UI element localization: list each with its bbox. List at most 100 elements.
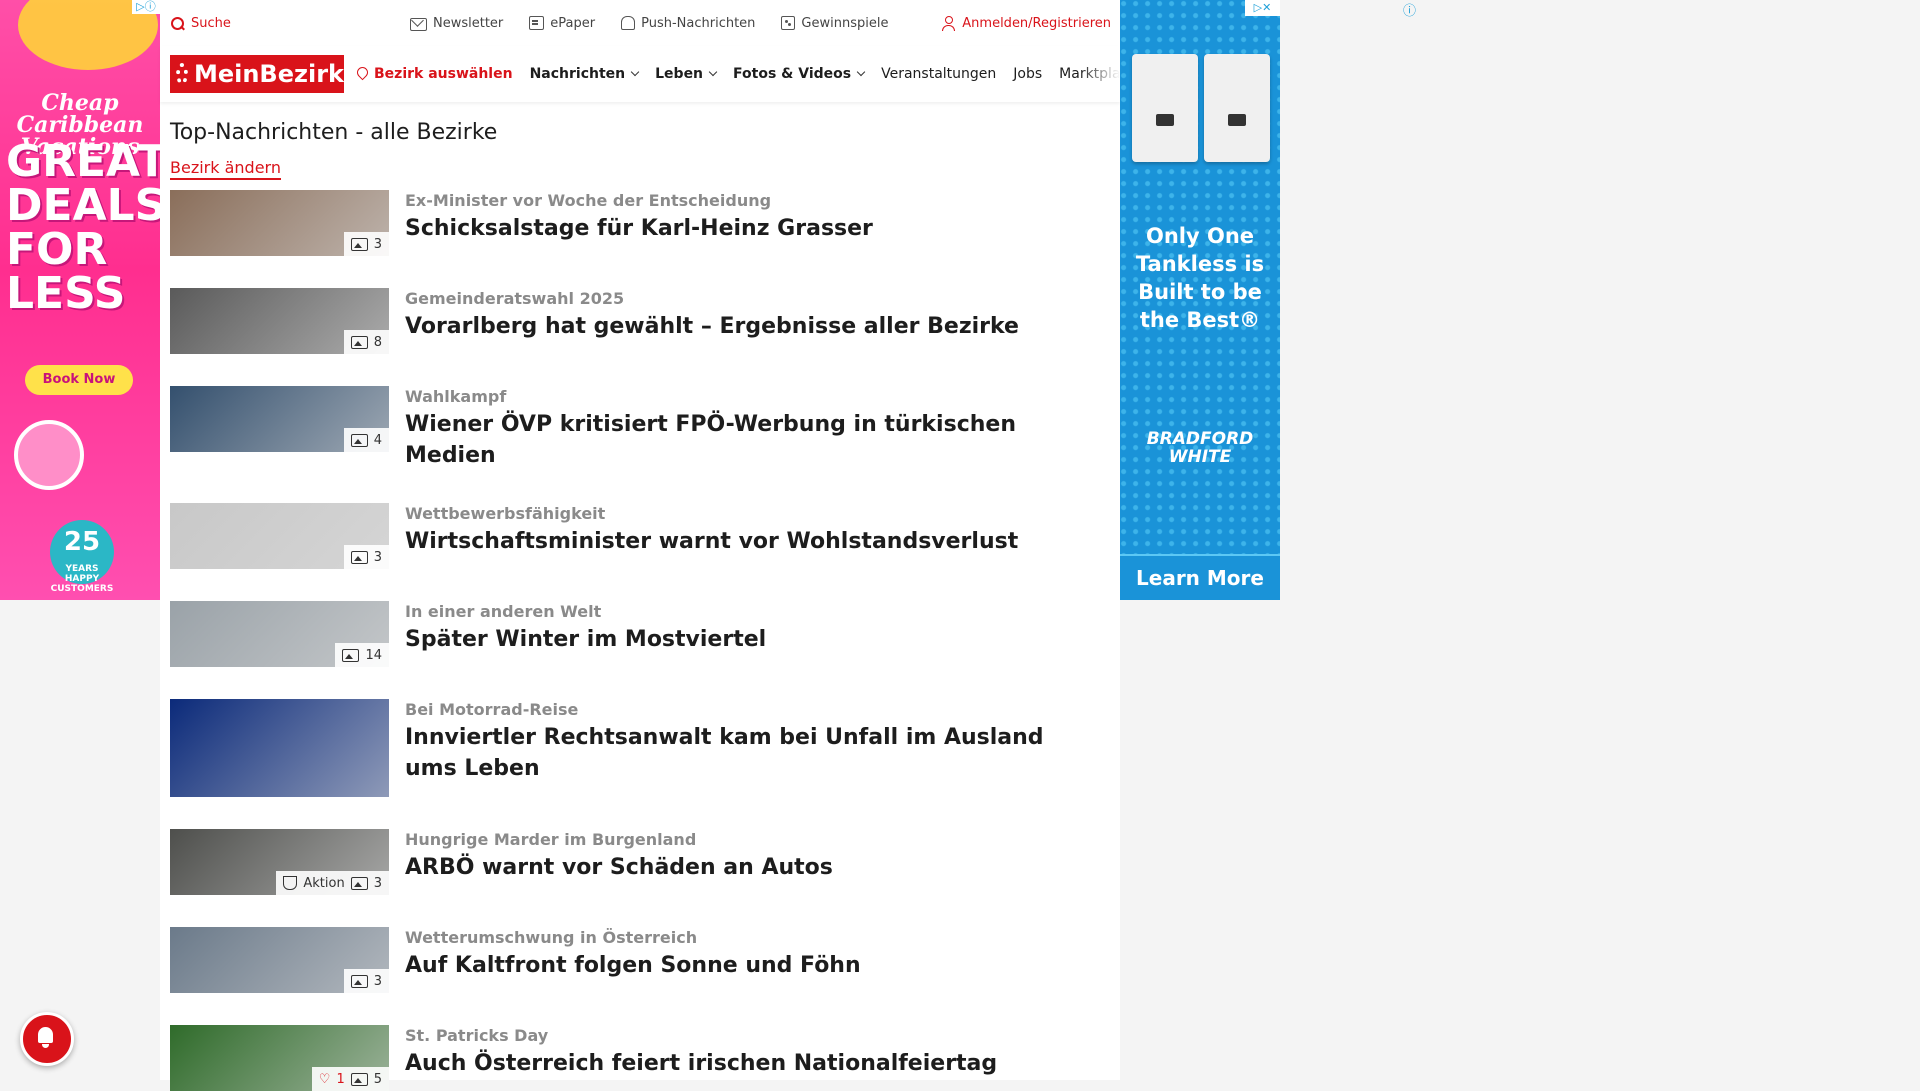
article-thumbnail[interactable]: 3	[170, 927, 389, 993]
content-area: Top-Nachrichten - alle Bezirke Bezirk än…	[160, 118, 1120, 1091]
image-count: 3	[373, 875, 382, 891]
image-count: 8	[373, 334, 382, 350]
image-gallery-icon	[342, 648, 360, 662]
search-link[interactable]: Suche	[170, 16, 231, 31]
thumbnail-badges: 3	[343, 232, 389, 256]
ad-brand-logo: BRADFORD WHITE	[1146, 429, 1254, 467]
notification-bell-button[interactable]	[20, 1012, 74, 1066]
newsletter-link[interactable]: Newsletter	[410, 16, 503, 31]
article-headline[interactable]: Auch Österreich feiert irischen National…	[405, 1048, 1065, 1079]
article-item[interactable]: Bei Motorrad-Reise Innviertler Rechtsanwa…	[170, 699, 1110, 797]
article-kicker: In einer anderen Welt	[405, 602, 602, 621]
article-headline[interactable]: Später Winter im Mostviertel	[405, 624, 1065, 655]
article-item[interactable]: 3 Ex-Minister vor Woche der Entscheidung S…	[170, 190, 1110, 256]
article-kicker: Gemeinderatswahl 2025	[405, 289, 625, 308]
nav-item-nachrichten[interactable]: Nachrichten	[529, 66, 640, 82]
flamingo-graphic	[14, 420, 84, 490]
badge-text: YEARS HAPPY CUSTOMERS	[50, 564, 114, 594]
nav-item-veranstaltungen[interactable]: Veranstaltungen	[881, 66, 996, 82]
aktion-label: Aktion	[303, 875, 345, 891]
thumbnail-badges: 8	[343, 330, 389, 354]
article-kicker: Wettbewerbsfähigkeit	[405, 504, 606, 523]
article-item[interactable]: 14 In einer anderen Welt Später Winter im …	[170, 601, 1110, 667]
like-count: 1	[336, 1071, 345, 1087]
select-district-label: Bezirk auswählen	[374, 66, 513, 82]
logo-sun-icon	[176, 63, 188, 85]
article-thumbnail[interactable]	[170, 699, 389, 797]
nav-item-fotos-videos[interactable]: Fotos & Videos	[733, 66, 866, 82]
article-kicker: Ex-Minister vor Woche der Entscheidung	[405, 191, 772, 210]
article-headline[interactable]: Innviertler Rechtsanwalt kam bei Unfall …	[405, 722, 1065, 784]
article-kicker: Wahlkampf	[405, 387, 507, 406]
nav-label: Leben	[655, 66, 704, 82]
article-text: Wettbewerbsfähigkeit Wirtschaftsminister …	[405, 503, 1065, 569]
change-district-link[interactable]: Bezirk ändern	[170, 158, 281, 180]
article-kicker: St. Patricks Day	[405, 1026, 549, 1045]
article-item[interactable]: 3 Wettbewerbsfähigkeit Wirtschaftsminister…	[170, 503, 1110, 569]
ad-info-icon[interactable]: ⓘ	[1403, 0, 1416, 19]
thumbnail-badges: 4	[343, 428, 389, 452]
select-district-button[interactable]: Bezirk auswählen	[356, 66, 513, 82]
main-navigation: MeinBezirk Bezirk auswählen Nachrichten …	[160, 46, 1120, 102]
adchoices-icon[interactable]: ▷ⓘ	[132, 0, 160, 14]
nav-label: Nachrichten	[529, 66, 626, 82]
article-thumbnail[interactable]: 4	[170, 386, 389, 452]
heart-icon: ♡	[318, 1071, 331, 1087]
image-gallery-icon	[350, 1072, 368, 1086]
gewinnspiele-link[interactable]: Gewinnspiele	[781, 16, 888, 31]
article-thumbnail[interactable]: ♡ 1 5	[170, 1025, 389, 1091]
article-item[interactable]: 3 Wetterumschwung in Österreich Auf Kaltfr…	[170, 927, 1110, 993]
article-item[interactable]: 4 Wahlkampf Wiener ÖVP kritisiert FPÖ-Werb…	[170, 386, 1110, 471]
article-text: Bei Motorrad-Reise Innviertler Rechtsanwa…	[405, 699, 1065, 797]
article-headline[interactable]: ARBÖ warnt vor Schäden an Autos	[405, 852, 1065, 883]
location-pin-icon	[356, 67, 368, 81]
badge-number: 25	[63, 527, 101, 557]
left-ad-banner[interactable]: Cheap Caribbean Vacations GREAT DEALS FO…	[0, 0, 160, 600]
image-count: 3	[373, 973, 382, 989]
article-text: Gemeinderatswahl 2025 Vorarlberg hat gewä…	[405, 288, 1065, 354]
image-count: 14	[365, 647, 382, 663]
article-headline[interactable]: Wirtschaftsminister warnt vor Wohlstands…	[405, 526, 1065, 557]
chevron-down-icon	[630, 67, 640, 77]
article-text: Wetterumschwung in Österreich Auf Kaltfro…	[405, 927, 1065, 993]
dice-icon	[781, 16, 796, 30]
login-link[interactable]: Anmelden/Registrieren	[941, 15, 1111, 31]
push-notifications-link[interactable]: Push-Nachrichten	[621, 16, 755, 31]
article-thumbnail[interactable]: 3	[170, 503, 389, 569]
trophy-icon	[283, 876, 298, 890]
image-gallery-icon	[350, 335, 368, 349]
image-count: 5	[373, 1071, 382, 1087]
article-headline[interactable]: Schicksalstage für Karl-Heinz Grasser	[405, 213, 1065, 244]
article-item[interactable]: 8 Gemeinderatswahl 2025 Vorarlberg hat gew…	[170, 288, 1110, 354]
search-label: Suche	[191, 15, 231, 31]
chevron-down-icon	[856, 67, 866, 77]
article-headline[interactable]: Auf Kaltfront folgen Sonne und Föhn	[405, 950, 1065, 981]
article-headline[interactable]: Wiener ÖVP kritisiert FPÖ-Werbung in tür…	[405, 409, 1065, 471]
article-thumbnail[interactable]: 8	[170, 288, 389, 354]
nav-item-leben[interactable]: Leben	[655, 66, 718, 82]
article-thumbnail[interactable]: 3	[170, 190, 389, 256]
article-item[interactable]: ♡ 1 5 St. Patricks Day Auch Österreich feier…	[170, 1025, 1110, 1091]
site-logo[interactable]: MeinBezirk	[170, 55, 344, 93]
article-headline[interactable]: Vorarlberg hat gewählt – Ergebnisse alle…	[405, 311, 1065, 342]
right-ad-banner[interactable]: Only One Tankless is Built to be the Bes…	[1120, 0, 1280, 600]
ad-slogan: Only One Tankless is Built to be the Bes…	[1135, 224, 1265, 332]
article-text: Ex-Minister vor Woche der Entscheidung Sc…	[405, 190, 1065, 256]
article-kicker: Wetterumschwung in Österreich	[405, 928, 698, 947]
main-column: Suche Newsletter ePaper Push-Nachrichten…	[160, 0, 1120, 1091]
nav-item-jobs[interactable]: Jobs	[1013, 66, 1042, 82]
anniversary-badge: 25 YEARS HAPPY CUSTOMERS	[50, 520, 114, 594]
article-thumbnail[interactable]: 14	[170, 601, 389, 667]
book-now-button[interactable]: Book Now	[25, 365, 133, 395]
article-text: In einer anderen Welt Später Winter im Mo…	[405, 601, 1065, 667]
article-item[interactable]: Aktion 3 Hungrige Marder im Burgenland ARBÖ…	[170, 829, 1110, 895]
epaper-link[interactable]: ePaper	[529, 16, 595, 31]
logo-text: MeinBezirk	[193, 60, 344, 88]
nav-scroll-fade	[1080, 46, 1120, 102]
push-label: Push-Nachrichten	[641, 15, 756, 31]
article-kicker: Bei Motorrad-Reise	[405, 700, 579, 719]
ad-close-icon[interactable]: ▷✕	[1245, 0, 1280, 16]
login-label: Anmelden/Registrieren	[962, 15, 1111, 31]
learn-more-button[interactable]: Learn More	[1120, 554, 1280, 600]
article-thumbnail[interactable]: Aktion 3	[170, 829, 389, 895]
